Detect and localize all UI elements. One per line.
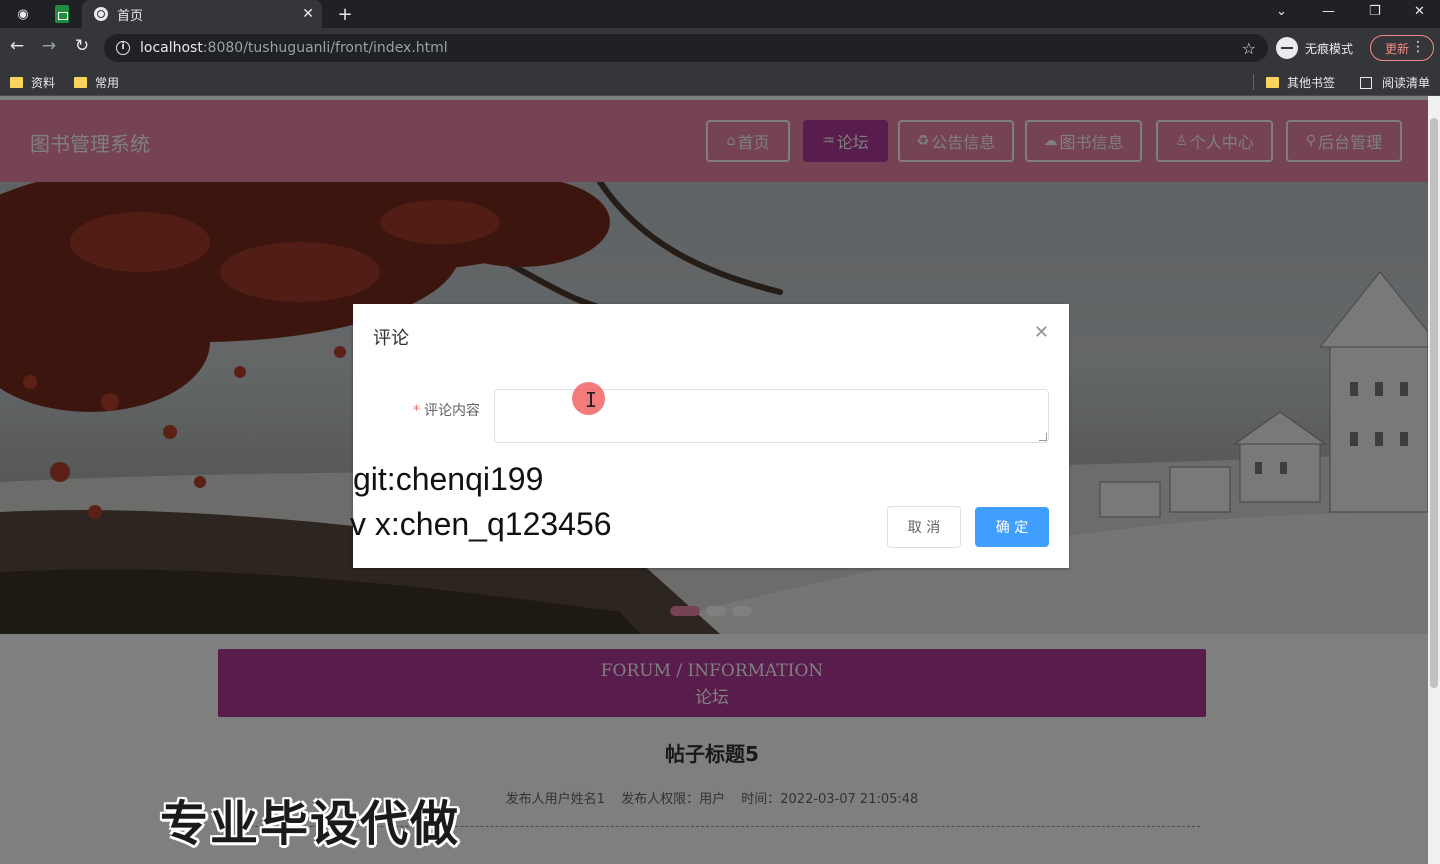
incognito-indicator[interactable]: 无痕模式 [1276,37,1353,59]
browser-toolbar: ← → ↻ i localhost:8080/tushuguanli/front… [0,28,1440,68]
page-scrollbar[interactable] [1428,96,1440,864]
incognito-icon [1276,37,1298,59]
browser-tab-strip: ◉ 首页 ✕ + ⌄ — ❐ ✕ [0,0,1440,28]
address-bar[interactable]: i localhost:8080/tushuguanli/front/index… [104,34,1268,62]
tab-search-icon[interactable]: ⌄ [1276,4,1287,19]
reload-icon[interactable]: ↻ [70,36,94,56]
textarea-resize-handle[interactable] [1039,433,1047,441]
dialog-close-icon[interactable]: ✕ [1034,322,1049,343]
folder-icon [74,77,87,88]
bookmark-star-icon[interactable]: ☆ [1242,39,1256,58]
sheets-tab-icon[interactable] [55,5,69,23]
bookmarks-divider [1253,74,1254,90]
window-close-icon[interactable]: ✕ [1414,4,1425,19]
minimize-icon[interactable]: — [1322,4,1335,19]
tab-close-icon[interactable]: ✕ [302,6,314,22]
reading-list-icon [1360,76,1372,89]
incognito-label: 无痕模式 [1305,41,1354,56]
cancel-button[interactable]: 取 消 [887,506,961,548]
other-bookmarks[interactable]: 其他书签 [1266,74,1335,91]
watermark-git: git:chenqi199 [353,461,544,497]
site-info-icon[interactable]: i [116,41,130,55]
folder-icon [1266,77,1279,88]
watermark-vx: v x:chen_q123456 [350,506,612,542]
globe-icon [94,7,108,21]
confirm-button[interactable]: 确 定 [975,507,1049,547]
new-tab-button[interactable]: + [334,4,356,25]
comment-field-label: * 评论内容 [413,403,480,419]
folder-icon [10,77,23,88]
bookmarks-bar: 资料 常用 其他书签 阅读清单 [0,68,1440,96]
restore-icon[interactable]: ❐ [1369,4,1381,19]
bookmark-folder-0[interactable]: 资料 [10,74,55,91]
tab-title: 首页 [117,8,144,24]
update-label: 更新 [1385,41,1410,56]
watermark-ad: 专业毕设代做 [160,796,461,852]
browser-globe-icon[interactable]: ◉ [12,4,34,24]
bookmark-folder-1[interactable]: 常用 [74,74,119,91]
reading-list[interactable]: 阅读清单 [1360,74,1430,91]
text-cursor-icon: I [585,388,598,412]
required-mark: * [413,403,420,419]
forward-icon[interactable]: → [37,36,61,56]
tab-active[interactable]: 首页 ✕ [82,0,322,28]
menu-dots-icon[interactable]: ⋮ [1411,39,1425,55]
url-text: localhost:8080/tushuguanli/front/index.h… [140,40,448,56]
back-icon[interactable]: ← [5,36,29,56]
scrollbar-thumb[interactable] [1430,118,1438,688]
update-button[interactable]: 更新 ⋮ [1370,35,1434,61]
dialog-title: 评论 [373,328,409,349]
